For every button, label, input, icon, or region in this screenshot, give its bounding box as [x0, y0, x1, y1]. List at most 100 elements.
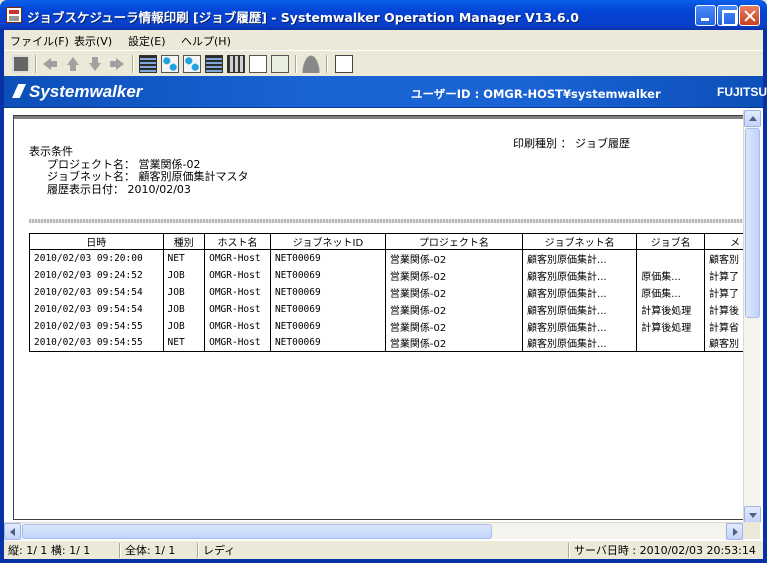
- cell-jobnet-id: NET00069: [269, 300, 386, 318]
- back-icon: [41, 55, 59, 73]
- print-preview-page: 印刷種別 ： ジョブ履歴 表示条件 プロジェクト名： 営業関係-02 ジョブネッ…: [13, 115, 745, 520]
- table-row: 2010/02/03 09:54:54 JOB OMGR-Host NET000…: [29, 283, 745, 301]
- cell-message: 計算省: [703, 317, 745, 335]
- cell-project: 営業関係-02: [384, 300, 524, 318]
- col-header-jobnet-id[interactable]: ジョブネットID: [269, 233, 386, 250]
- window-title: ジョブスケジューラ情報印刷 [ジョブ履歴] - Systemwalker Ope…: [27, 10, 579, 25]
- scroll-left-button[interactable]: [4, 523, 21, 540]
- status-state: レディ: [203, 544, 236, 557]
- cell-host: OMGR-Host: [204, 249, 271, 267]
- cell-message: 計算了: [703, 266, 745, 284]
- jobnet-icon[interactable]: [161, 55, 179, 73]
- status-server-time: サーバ日時 : 2010/02/03 20:53:14: [574, 544, 756, 557]
- jobnet-tree-icon[interactable]: [183, 55, 201, 73]
- export-icon[interactable]: [271, 55, 289, 73]
- cell-project: 営業関係-02: [384, 317, 524, 335]
- arrow-right-icon: [733, 528, 738, 536]
- cell-project: 営業関係-02: [384, 334, 524, 352]
- vertical-scrollbar[interactable]: [743, 110, 761, 523]
- cell-job-name: 計算後処理: [636, 300, 705, 318]
- cell-datetime: 2010/02/03 09:54:54: [29, 283, 164, 301]
- minimize-button[interactable]: [695, 5, 716, 26]
- status-separator: [568, 543, 570, 558]
- scroll-down-button[interactable]: [744, 506, 761, 523]
- col-header-jobnet-name[interactable]: ジョブネット名: [522, 233, 638, 250]
- cell-job-name: 原価集...: [636, 266, 705, 284]
- cell-host: OMGR-Host: [204, 317, 271, 335]
- col-header-host[interactable]: ホスト名: [204, 233, 271, 250]
- col-header-job-name[interactable]: ジョブ名: [636, 233, 705, 250]
- table-row: 2010/02/03 09:54:54 JOB OMGR-Host NET000…: [29, 300, 745, 318]
- vertical-scroll-thumb[interactable]: [745, 128, 760, 318]
- close-button[interactable]: [739, 5, 760, 26]
- horizontal-scrollbar[interactable]: [4, 522, 743, 540]
- cell-type: JOB: [162, 283, 206, 301]
- cell-job-name: 計算後処理: [636, 317, 705, 335]
- cell-type: JOB: [162, 317, 206, 335]
- cell-jobnet-name: 顧客別原価集計...: [522, 249, 638, 267]
- horizontal-scroll-thumb[interactable]: [22, 524, 492, 539]
- scroll-right-button[interactable]: [726, 523, 743, 540]
- cell-jobnet-name: 顧客別原価集計...: [522, 334, 638, 352]
- toolbar-separator: [295, 55, 297, 73]
- arrow-up-icon: [749, 116, 757, 121]
- menu-view[interactable]: 表示(V): [74, 33, 112, 49]
- job-history-table: 日時 種別 ホスト名 ジョブネットID プロジェクト名 ジョブネット名 ジョブ名…: [29, 233, 745, 352]
- cell-jobnet-name: 顧客別原価集計...: [522, 266, 638, 284]
- print-preview-frame: 印刷種別 ： ジョブ履歴 表示条件 プロジェクト名： 営業関係-02 ジョブネッ…: [4, 108, 763, 540]
- col-header-project[interactable]: プロジェクト名: [384, 233, 524, 250]
- printer-icon[interactable]: [12, 55, 30, 73]
- toolbar-separator: [326, 55, 328, 73]
- cell-jobnet-name: 顧客別原価集計...: [522, 300, 638, 318]
- menu-settings[interactable]: 設定(E): [128, 33, 166, 49]
- table-icon[interactable]: [227, 55, 245, 73]
- app-icon[interactable]: [6, 7, 22, 23]
- doc-icon[interactable]: [249, 55, 267, 73]
- toolbar-separator: [35, 55, 37, 73]
- col-header-type[interactable]: 種別: [162, 233, 206, 250]
- col-header-message[interactable]: メ: [703, 233, 745, 250]
- menu-file[interactable]: ファイル(F): [10, 33, 69, 49]
- job-list-icon[interactable]: [139, 55, 157, 73]
- cell-job-name: [636, 249, 705, 267]
- table-row: 2010/02/03 09:54:55 JOB OMGR-Host NET000…: [29, 317, 745, 335]
- cell-jobnet-id: NET00069: [269, 249, 386, 267]
- status-bar: 縦: 1/ 1 横: 1/ 1 全体: 1/ 1 レディ サーバ日時 : 201…: [4, 540, 763, 559]
- cell-jobnet-id: NET00069: [269, 317, 386, 335]
- cell-project: 営業関係-02: [384, 283, 524, 301]
- cell-datetime: 2010/02/03 09:54:54: [29, 300, 164, 318]
- menu-bar: ファイル(F) 表示(V) 設定(E) ヘルプ(H): [4, 30, 763, 50]
- separator-bar: [29, 219, 745, 223]
- cell-host: OMGR-Host: [204, 334, 271, 352]
- date-condition: 履歴表示日付： 2010/02/03: [47, 182, 191, 196]
- cell-job-name: [636, 334, 705, 352]
- page-shadow: [14, 116, 745, 119]
- user-icon: [302, 55, 320, 73]
- systemwalker-logo: Systemwalker: [12, 82, 142, 102]
- scroll-up-button[interactable]: [744, 110, 761, 127]
- cell-job-name: 原価集...: [636, 283, 705, 301]
- title-bar: ジョブスケジューラ情報印刷 [ジョブ履歴] - Systemwalker Ope…: [0, 0, 767, 30]
- up-icon: [64, 55, 82, 73]
- forward-icon: [108, 55, 126, 73]
- menu-help[interactable]: ヘルプ(H): [181, 33, 231, 49]
- status-separator: [197, 543, 199, 558]
- col-header-datetime[interactable]: 日時: [29, 233, 164, 250]
- table-row: 2010/02/03 09:54:55 NET OMGR-Host NET000…: [29, 334, 745, 352]
- grid-icon[interactable]: [205, 55, 223, 73]
- cell-jobnet-id: NET00069: [269, 334, 386, 352]
- cell-host: OMGR-Host: [204, 283, 271, 301]
- maximize-button[interactable]: [717, 5, 738, 26]
- table-row: 2010/02/03 09:24:52 JOB OMGR-Host NET000…: [29, 266, 745, 284]
- cell-datetime: 2010/02/03 09:54:55: [29, 317, 164, 335]
- cell-project: 営業関係-02: [384, 249, 524, 267]
- logo-mark-icon: [12, 84, 26, 98]
- print-type-label: 印刷種別 ： ジョブ履歴: [513, 137, 630, 150]
- exit-icon[interactable]: [335, 55, 353, 73]
- toolbar: [4, 50, 763, 76]
- cell-type: NET: [162, 334, 206, 352]
- cell-datetime: 2010/02/03 09:54:55: [29, 334, 164, 352]
- fujitsu-logo: FUJITSU: [717, 85, 767, 99]
- scroll-corner: [743, 522, 760, 539]
- cell-jobnet-id: NET00069: [269, 283, 386, 301]
